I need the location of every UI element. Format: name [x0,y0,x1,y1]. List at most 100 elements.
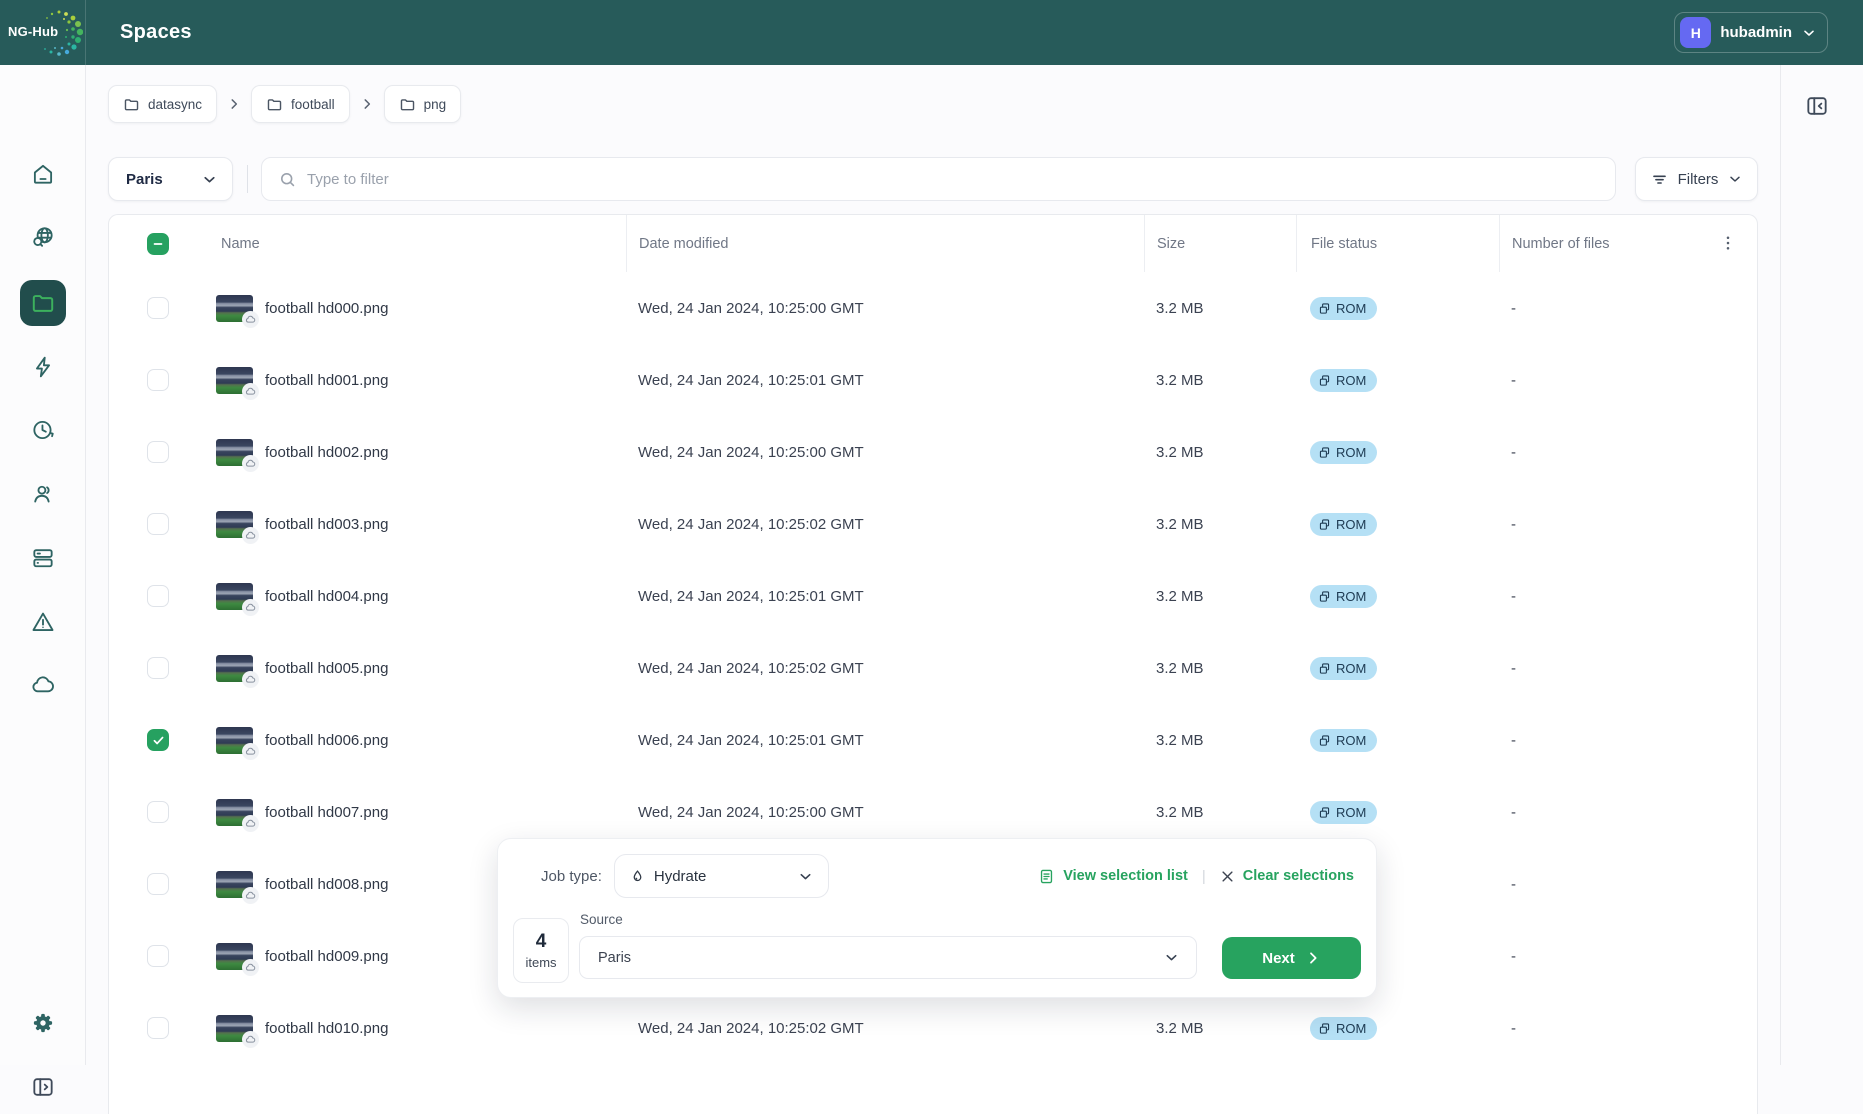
kebab-menu-icon[interactable] [1715,230,1741,256]
selected-items-counter: 4 items [513,918,569,983]
row-checkbox[interactable] [147,1017,169,1039]
expand-sidebar-button[interactable] [23,1067,63,1107]
file-thumbnail[interactable] [216,439,253,466]
file-name: football hd005.png [265,660,388,677]
cloud-sync-icon [242,527,259,544]
file-thumbnail[interactable] [216,655,253,682]
file-thumbnail[interactable] [216,583,253,610]
breadcrumb: datasync football png [108,85,461,123]
sidebar-item-spaces-active[interactable] [20,280,66,326]
table-row[interactable]: football hd006.png Wed, 24 Jan 2024, 10:… [109,704,1757,776]
select-all-checkbox[interactable] [147,233,169,255]
search-box [261,157,1616,201]
sidebar-item-settings[interactable] [23,1003,63,1043]
table-row[interactable]: football hd010.png Wed, 24 Jan 2024, 10:… [109,992,1757,1064]
breadcrumb-item-datasync[interactable]: datasync [108,85,217,123]
row-checkbox[interactable] [147,729,169,751]
file-status-badge: ROM [1310,513,1377,536]
job-type-select[interactable]: Hydrate [614,854,829,898]
file-count: - [1499,516,1757,533]
table-row[interactable]: football hd004.png Wed, 24 Jan 2024, 10:… [109,560,1757,632]
breadcrumb-item-png[interactable]: png [384,85,462,123]
file-count: - [1499,588,1757,605]
table-row[interactable]: football hd003.png Wed, 24 Jan 2024, 10:… [109,488,1757,560]
chevron-down-icon [201,171,218,188]
lightning-icon [30,354,56,380]
sidebar-item-alerts[interactable] [23,602,63,642]
row-checkbox[interactable] [147,945,169,967]
source-select[interactable]: Paris [579,936,1197,979]
file-status-badge: ROM [1310,1017,1377,1040]
history-clock-icon [30,417,56,443]
file-thumbnail[interactable] [216,943,253,970]
row-checkbox[interactable] [147,585,169,607]
clear-selections-link[interactable]: Clear selections [1220,868,1354,884]
selection-panel: Job type: Hydrate View selection list | … [497,838,1377,998]
file-thumbnail[interactable] [216,799,253,826]
sidebar-item-home[interactable] [23,154,63,194]
file-thumbnail[interactable] [216,295,253,322]
file-thumbnail[interactable] [216,871,253,898]
copy-icon [1318,806,1331,819]
row-checkbox[interactable] [147,369,169,391]
breadcrumb-item-football[interactable]: football [251,85,350,123]
search-input[interactable] [307,171,1601,188]
copy-icon [1318,662,1331,675]
copy-icon [1318,518,1331,531]
column-header-name[interactable]: Name [221,236,260,252]
column-header-size[interactable]: Size [1144,215,1296,272]
file-date: Wed, 24 Jan 2024, 10:25:02 GMT [626,1020,1144,1037]
table-row[interactable]: football hd002.png Wed, 24 Jan 2024, 10:… [109,416,1757,488]
sidebar-item-cloud[interactable] [23,665,63,705]
folder-icon [399,96,416,113]
file-size: 3.2 MB [1144,660,1296,677]
row-checkbox[interactable] [147,297,169,319]
copy-icon [1318,1022,1331,1035]
file-status-badge: ROM [1310,369,1377,392]
sidebar-item-servers[interactable] [23,538,63,578]
right-rail [1780,65,1863,1065]
file-count: - [1499,732,1757,749]
column-header-date[interactable]: Date modified [626,215,1144,272]
copy-icon [1318,734,1331,747]
logo-text: NG-Hub [8,24,58,39]
file-size: 3.2 MB [1144,732,1296,749]
file-name: football hd007.png [265,804,388,821]
row-checkbox[interactable] [147,513,169,535]
row-checkbox[interactable] [147,441,169,463]
file-name: football hd006.png [265,732,388,749]
page-title: Spaces [120,21,192,44]
sidebar-item-jobs[interactable] [23,347,63,387]
scope-select[interactable]: Paris [108,157,233,201]
table-row[interactable]: football hd005.png Wed, 24 Jan 2024, 10:… [109,632,1757,704]
app-logo[interactable]: NG-Hub [0,0,86,65]
sidebar-item-history[interactable] [23,410,63,450]
cloud-sync-icon [242,599,259,616]
file-name: football hd001.png [265,372,388,389]
chevron-down-icon [797,868,814,885]
next-button[interactable]: Next [1222,937,1361,979]
file-thumbnail[interactable] [216,1015,253,1042]
filters-button[interactable]: Filters [1635,157,1758,201]
user-menu[interactable]: H hubadmin [1674,12,1828,53]
row-checkbox[interactable] [147,657,169,679]
sidebar-item-discover[interactable] [23,218,63,258]
copy-icon [1318,374,1331,387]
file-thumbnail[interactable] [216,511,253,538]
row-checkbox[interactable] [147,873,169,895]
file-thumbnail[interactable] [216,727,253,754]
table-row[interactable]: football hd000.png Wed, 24 Jan 2024, 10:… [109,272,1757,344]
collapse-panel-button[interactable] [1804,93,1830,124]
view-selection-list-link[interactable]: View selection list [1038,868,1188,885]
folder-icon [266,96,283,113]
file-thumbnail[interactable] [216,367,253,394]
table-row[interactable]: football hd001.png Wed, 24 Jan 2024, 10:… [109,344,1757,416]
breadcrumb-label: datasync [148,97,202,112]
column-header-status[interactable]: File status [1296,215,1499,272]
sidebar-item-users[interactable] [23,474,63,514]
file-name: football hd000.png [265,300,388,317]
check-icon [152,734,165,747]
file-size: 3.2 MB [1144,300,1296,317]
filters-label: Filters [1678,171,1719,188]
row-checkbox[interactable] [147,801,169,823]
